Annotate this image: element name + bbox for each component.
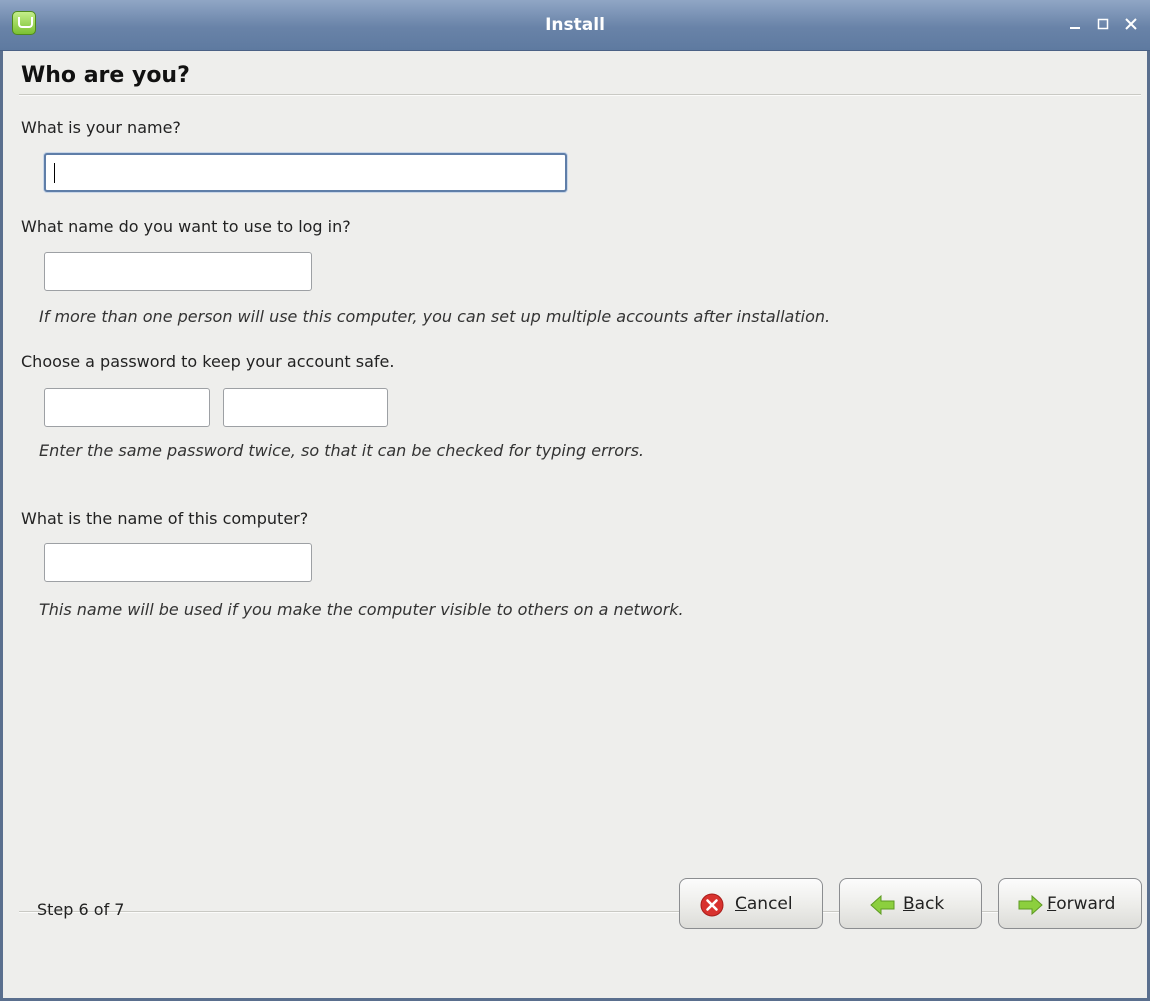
cancel-label: Cancel (735, 894, 793, 914)
page-title: Who are you? (21, 63, 190, 88)
computer-name-hint: This name will be used if you make the c… (39, 600, 684, 619)
full-name-input[interactable] (44, 153, 567, 192)
password-label: Choose a password to keep your account s… (21, 352, 395, 371)
close-icon[interactable] (1122, 15, 1140, 33)
install-window: Install Who are you? What is your name? … (0, 0, 1150, 1001)
password-hint: Enter the same password twice, so that i… (39, 441, 645, 460)
header-separator (19, 94, 1141, 96)
title-bar[interactable]: Install (0, 0, 1150, 51)
cancel-button[interactable]: Cancel (679, 878, 823, 929)
confirm-password-input[interactable] (223, 388, 388, 427)
step-indicator: Step 6 of 7 (37, 900, 125, 919)
computer-name-label: What is the name of this computer? (21, 509, 309, 528)
forward-label: Forward (1047, 894, 1116, 914)
forward-button[interactable]: Forward (998, 878, 1142, 929)
page-content: Who are you? What is your name? What nam… (3, 50, 1147, 998)
back-label: Back (903, 894, 945, 914)
maximize-icon[interactable] (1094, 15, 1112, 33)
login-hint: If more than one person will use this co… (39, 307, 831, 326)
name-label: What is your name? (21, 118, 181, 137)
back-arrow-icon (870, 894, 895, 916)
username-input[interactable] (44, 252, 312, 291)
forward-arrow-icon (1018, 894, 1043, 916)
back-button[interactable]: Back (839, 878, 982, 929)
text-caret (54, 163, 55, 183)
window-title: Install (545, 15, 605, 35)
minimize-icon[interactable] (1066, 15, 1084, 33)
computer-name-input[interactable] (44, 543, 312, 582)
cancel-icon (700, 893, 724, 917)
password-input[interactable] (44, 388, 210, 427)
login-label: What name do you want to use to log in? (21, 217, 351, 236)
